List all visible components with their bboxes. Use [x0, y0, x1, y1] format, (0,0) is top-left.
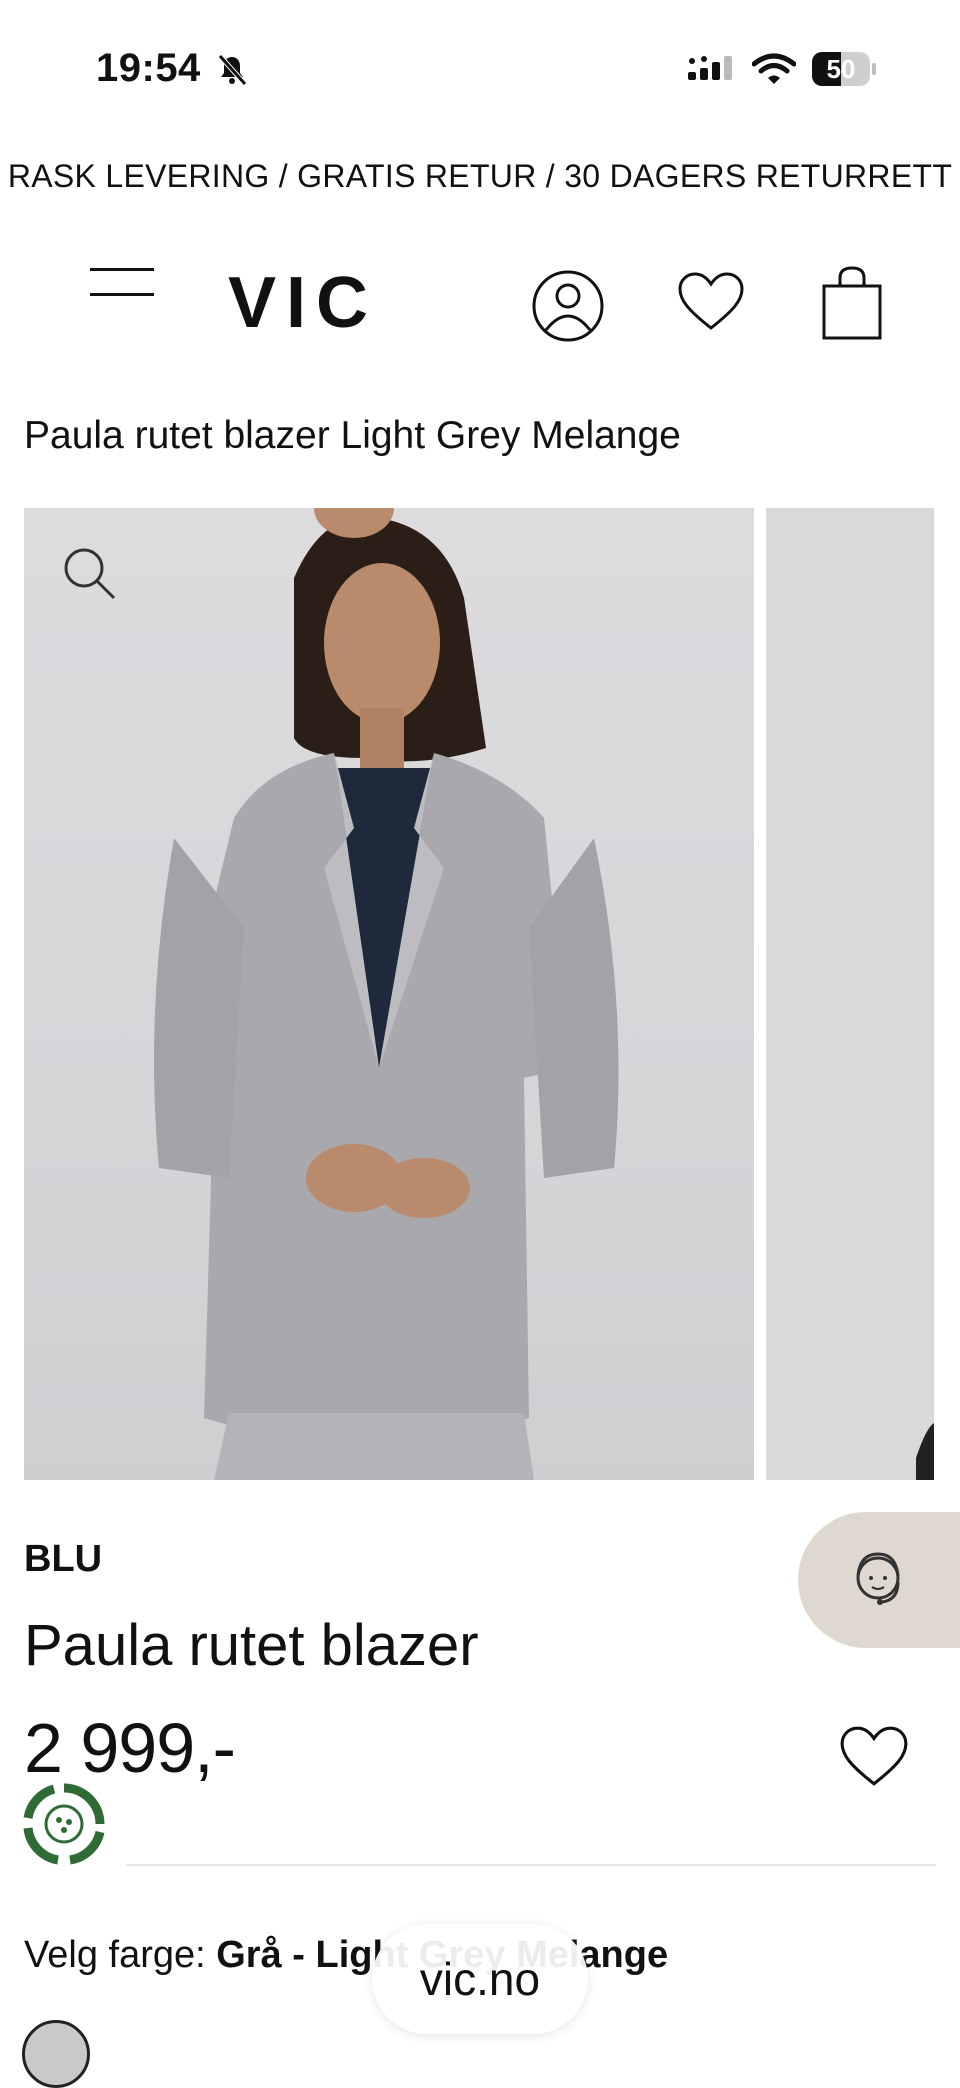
product-name: Paula rutet blazer	[24, 1613, 479, 1678]
add-to-wishlist-heart-icon[interactable]	[838, 1724, 910, 1795]
site-logo[interactable]: VIC	[228, 262, 378, 344]
account-icon[interactable]	[530, 268, 606, 349]
battery-icon: 50	[812, 52, 876, 86]
cellular-signal-icon	[688, 56, 738, 91]
product-price: 2 999,-	[24, 1709, 236, 1787]
bell-muted-icon	[214, 52, 250, 93]
support-agent-icon	[856, 1552, 900, 1605]
menu-icon[interactable]	[90, 268, 154, 324]
status-time: 19:54	[96, 46, 201, 90]
product-image-main[interactable]	[24, 508, 754, 1480]
product-brand[interactable]: BLU	[24, 1538, 102, 1581]
product-image-next[interactable]	[766, 508, 934, 1480]
browser-url-pill[interactable]: vic.no	[372, 1924, 588, 2034]
wifi-icon	[751, 52, 797, 91]
page-title: Paula rutet blazer Light Grey Melange	[24, 414, 681, 457]
wishlist-heart-icon[interactable]	[676, 270, 746, 339]
color-swatch[interactable]	[22, 2020, 90, 2088]
divider	[126, 1864, 936, 1866]
battery-level: 50	[826, 54, 856, 84]
customer-support-button[interactable]	[798, 1512, 960, 1648]
sustainability-badge-icon[interactable]	[22, 1782, 106, 1871]
color-label: Velg farge:	[24, 1934, 217, 1976]
promo-banner: RASK LEVERING / GRATIS RETUR / 30 DAGERS…	[7, 158, 953, 194]
shopping-bag-icon[interactable]	[820, 264, 884, 347]
zoom-search-icon[interactable]	[62, 546, 118, 607]
